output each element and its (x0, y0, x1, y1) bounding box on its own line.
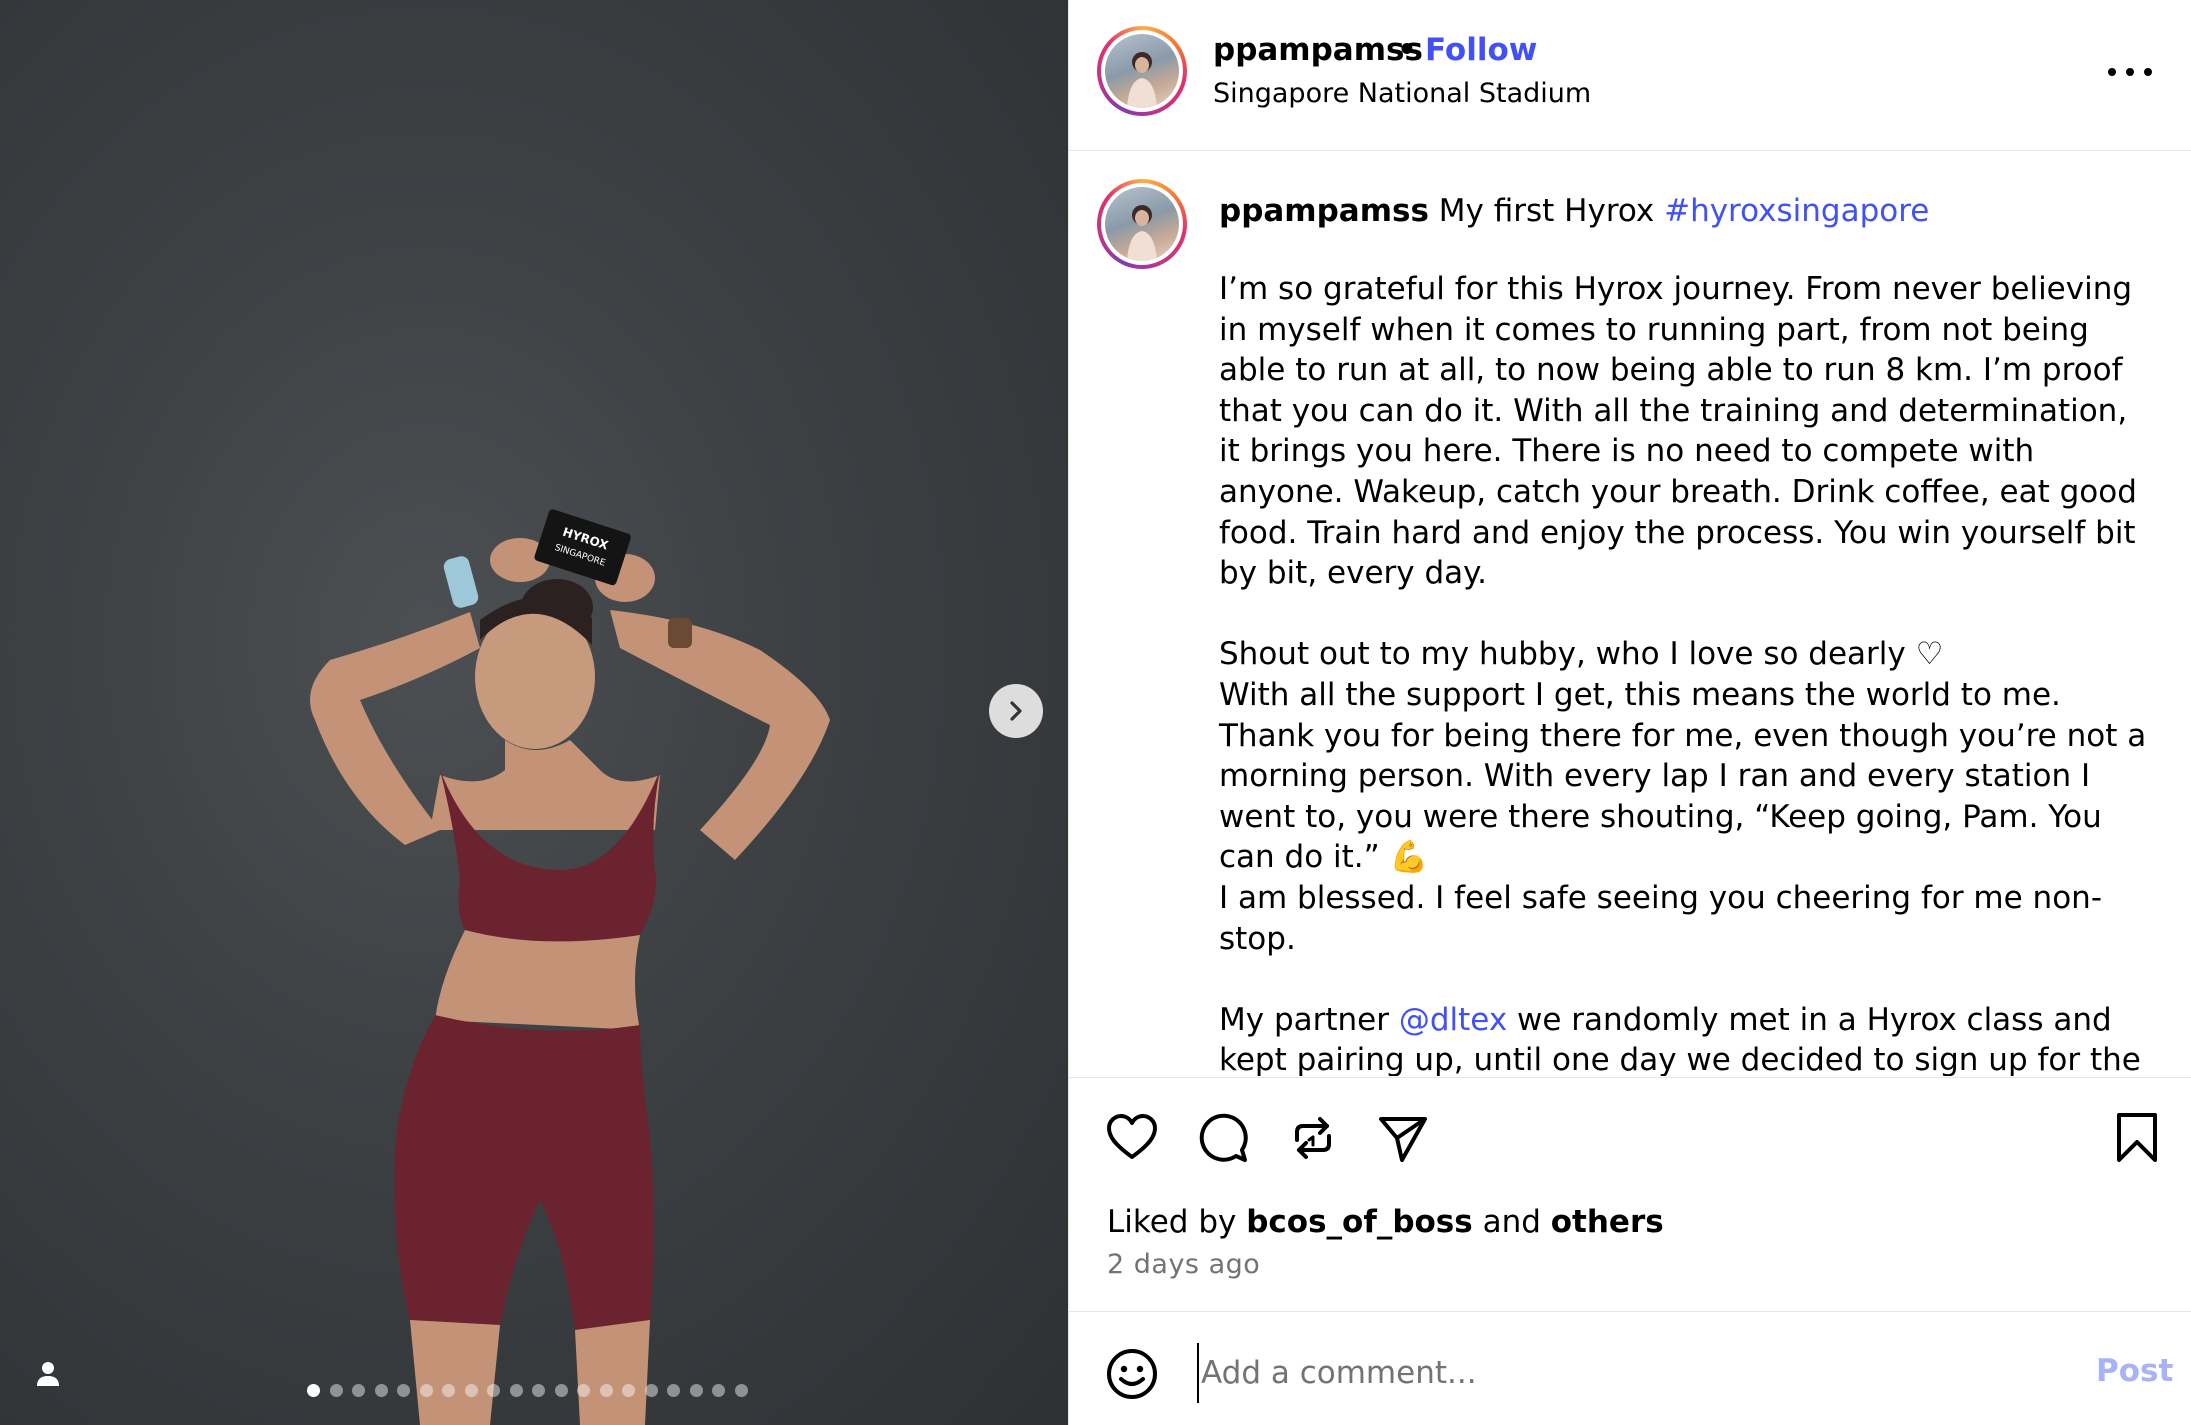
slide-dot (329, 1384, 343, 1397)
caption-area: ppampamss My first Hyrox #hyroxsingapore… (1069, 151, 2191, 1076)
avatar-image (1127, 52, 1157, 108)
slide-dot (622, 1384, 635, 1397)
slide-dot (532, 1384, 545, 1397)
slide-dot (352, 1384, 365, 1397)
slide-dot (464, 1384, 478, 1397)
follow-button[interactable]: Follow (1425, 32, 1537, 68)
header-username[interactable]: ppampamss (1213, 32, 1423, 68)
comment-input[interactable] (1197, 1343, 2017, 1403)
repost-icon (1295, 1117, 1331, 1159)
post-photo: HYROX SINGAPORE (310, 509, 830, 1425)
likes-prefix: Liked by (1107, 1204, 1247, 1240)
slide-dot (644, 1384, 658, 1397)
save-button[interactable] (2109, 1110, 2165, 1166)
slide-dot (397, 1384, 410, 1397)
heart-icon (1107, 1114, 1157, 1159)
comment-bar: Post (1069, 1313, 2191, 1425)
slide-dot (599, 1384, 613, 1397)
header-avatar[interactable] (1097, 26, 1187, 116)
slide-dot (712, 1384, 725, 1397)
tagged-users-button[interactable] (28, 1354, 68, 1394)
slide-dot (307, 1384, 320, 1397)
share-icon (1379, 1117, 1427, 1162)
more-options-button[interactable] (2108, 52, 2152, 92)
emoji-picker-button[interactable] (1105, 1347, 1159, 1401)
avatar-image (1127, 205, 1157, 261)
slide-dot (667, 1384, 680, 1397)
post-media[interactable]: HYROX SINGAPORE (0, 0, 1068, 1425)
hashtag-link[interactable]: #hyroxsingapore (1664, 193, 1929, 229)
likes-middle: and (1472, 1204, 1551, 1240)
location-link[interactable]: Singapore National Stadium (1213, 78, 1591, 109)
slide-dot (554, 1384, 568, 1397)
caption-paragraph-2: Shout out to my hubby, who I love so dea… (1219, 634, 2149, 959)
likes-summary: Liked by bcos_of_boss and others (1107, 1204, 1664, 1240)
caption-title: My first Hyrox (1438, 193, 1665, 229)
caption-first-line: ppampamss My first Hyrox #hyroxsingapore (1219, 189, 1929, 233)
caption-avatar[interactable] (1097, 179, 1187, 269)
slide-dot (509, 1384, 523, 1397)
caption-paragraph-1: I’m so grateful for this Hyrox journey. … (1219, 271, 2137, 592)
caption-text: I am blessed. I feel safe seeing you che… (1219, 879, 2103, 957)
slide-dot (374, 1384, 388, 1397)
next-slide-button[interactable] (989, 684, 1043, 738)
caption-username[interactable]: ppampamss (1219, 193, 1429, 229)
bookmark-icon (2117, 1113, 2157, 1162)
slide-indicator (307, 1384, 748, 1397)
post-actions: Liked by bcos_of_boss and others 2 days … (1069, 1077, 2191, 1312)
caption-text: With all the support I get, this means t… (1219, 676, 2147, 876)
share-button[interactable] (1375, 1110, 1431, 1166)
slide-dot (734, 1384, 748, 1397)
repost-button[interactable] (1285, 1110, 1341, 1166)
slide-dot (577, 1384, 590, 1397)
post-timestamp[interactable]: 2 days ago (1107, 1249, 1260, 1280)
hyrox-card: HYROX SINGAPORE (534, 509, 631, 586)
caption-body: I’m so grateful for this Hyrox journey. … (1219, 269, 2149, 1076)
like-button[interactable] (1104, 1110, 1160, 1166)
comment-button[interactable] (1195, 1110, 1251, 1166)
comment-icon (1199, 1113, 1248, 1162)
slide-dot (419, 1384, 433, 1397)
user-tag-icon (37, 1362, 59, 1386)
post-comment-button[interactable]: Post (2096, 1353, 2173, 1389)
emoji-icon (1107, 1349, 1157, 1399)
mention-link[interactable]: @dltex (1399, 1002, 1507, 1038)
chevron-right-icon (1010, 701, 1022, 721)
more-icon (2108, 68, 2116, 76)
likes-others-link[interactable]: others (1551, 1204, 1664, 1240)
slide-dot (689, 1384, 703, 1397)
liked-by-user-link[interactable]: bcos_of_boss (1246, 1204, 1473, 1240)
heart-outline-emoji: ♡ (1915, 636, 1944, 673)
caption-text: Shout out to my hubby, who I love so dea… (1219, 636, 1916, 673)
caption-paragraph-3: My partner @dltex we randomly met in a H… (1219, 1000, 2149, 1076)
caption-text: My partner (1219, 1001, 1399, 1038)
person-figure (310, 538, 830, 1425)
flexed-biceps-emoji: 💪 (1389, 839, 1429, 876)
slide-dot (442, 1384, 455, 1397)
slide-dot (487, 1384, 500, 1397)
